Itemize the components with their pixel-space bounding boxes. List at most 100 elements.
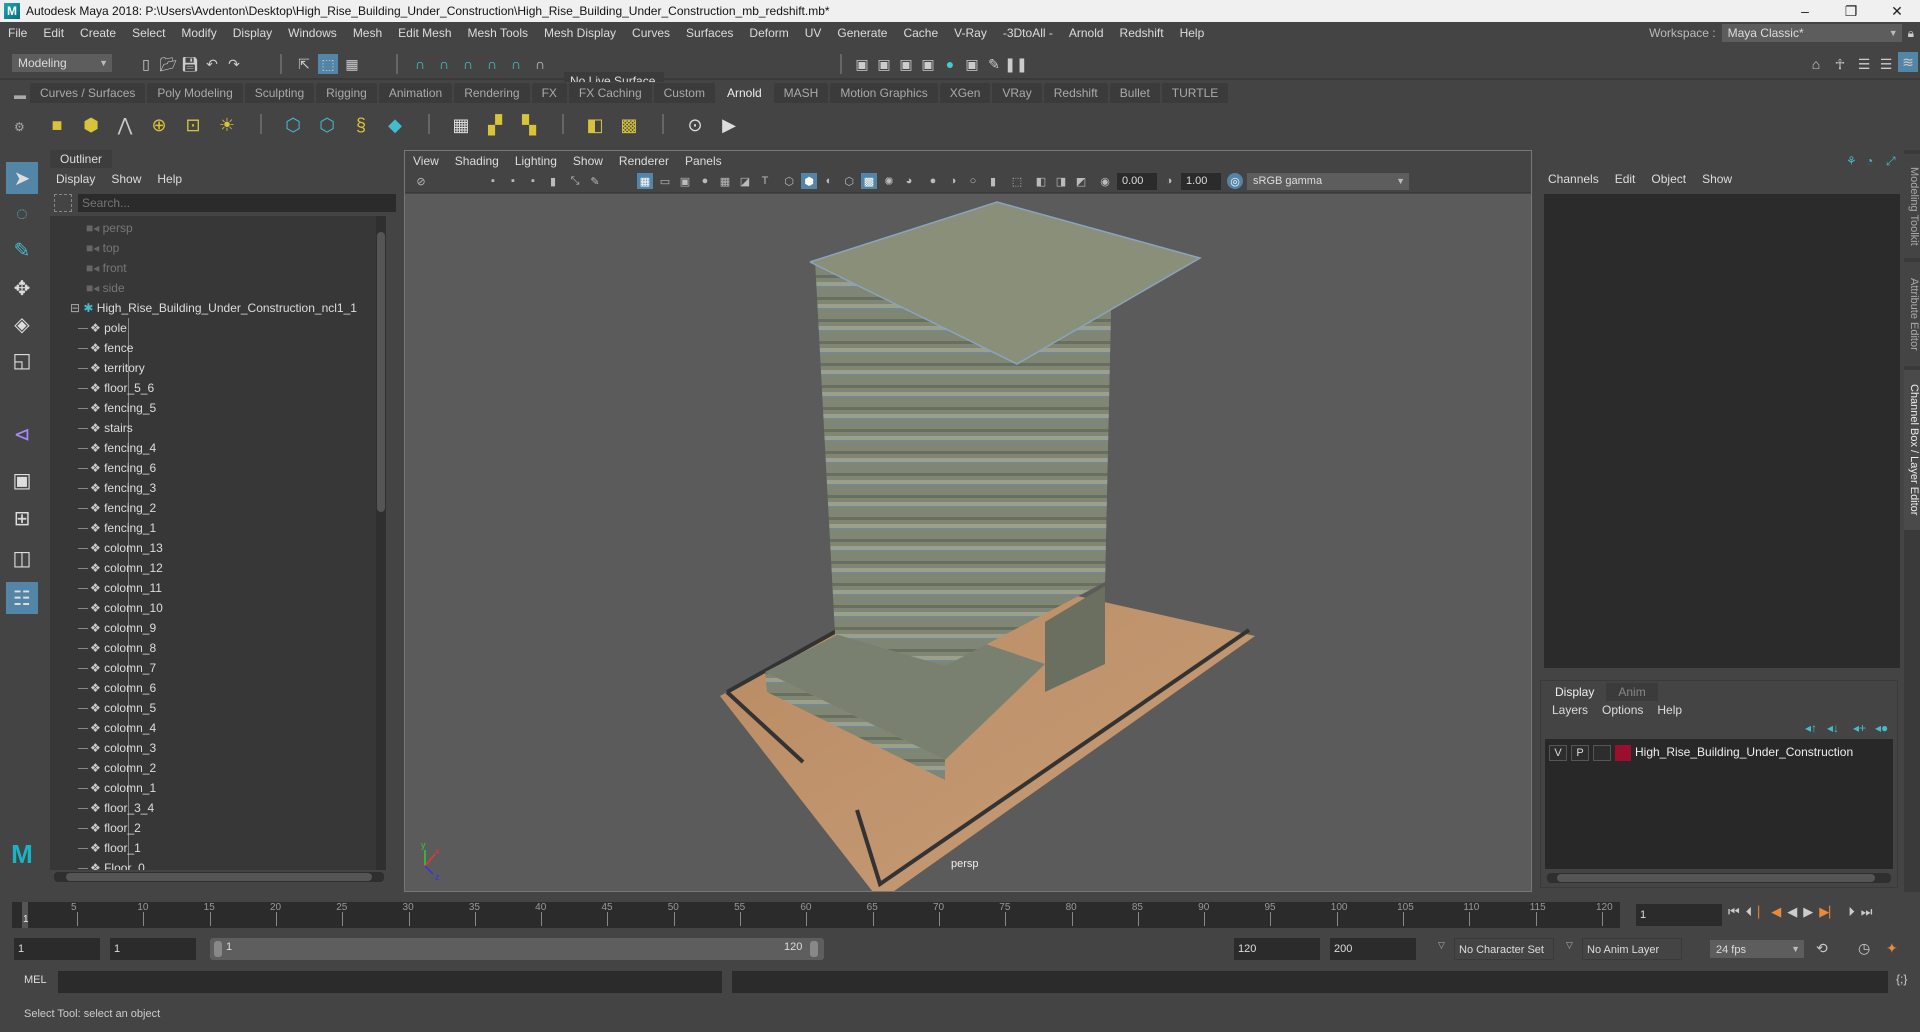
- snap-curve-icon[interactable]: ∩: [434, 54, 454, 74]
- tree-item[interactable]: ❖ floor_1: [90, 838, 141, 858]
- layer-name[interactable]: High_Rise_Building_Under_Construction: [1635, 745, 1853, 759]
- shelf-tab-motion-graphics[interactable]: Motion Graphics: [830, 83, 938, 103]
- field-chart-icon[interactable]: ▦: [717, 173, 733, 189]
- menu-display[interactable]: Display: [225, 26, 280, 40]
- menu-edit[interactable]: Edit: [35, 26, 72, 40]
- tree-item[interactable]: ❖ colomn_13: [90, 538, 163, 558]
- tree-item-camera[interactable]: ■◂ top: [86, 238, 119, 258]
- layer-horizontal-scrollbar[interactable]: [1547, 873, 1891, 883]
- shelf-tab-arnold[interactable]: Arnold: [716, 83, 772, 103]
- two-pane-layout-icon[interactable]: ◫: [6, 542, 38, 574]
- menu-mesh[interactable]: Mesh: [345, 26, 390, 40]
- move-layer-down-icon[interactable]: ◂↓: [1827, 721, 1839, 735]
- tree-item[interactable]: ❖ colomn_10: [90, 598, 163, 618]
- gamma-field[interactable]: 1.00: [1181, 173, 1221, 190]
- shelf-tab-fx-caching[interactable]: FX Caching: [568, 83, 652, 103]
- tree-item[interactable]: ❖ fence: [90, 338, 133, 358]
- le-menu-layers[interactable]: Layers: [1545, 703, 1595, 717]
- single-perspective-layout-icon[interactable]: ▣: [6, 464, 38, 496]
- menu-edit-mesh[interactable]: Edit Mesh: [390, 26, 459, 40]
- wireframe-icon[interactable]: ⬡: [781, 173, 797, 189]
- menu-uv[interactable]: UV: [797, 26, 830, 40]
- skydome-light-icon[interactable]: ⊕: [146, 112, 172, 138]
- tree-item[interactable]: ❖ floor_5_6: [90, 378, 154, 398]
- lock-camera-icon[interactable]: ▪: [505, 173, 521, 189]
- camera-attributes-icon[interactable]: ▪: [485, 173, 501, 189]
- outliner-tab[interactable]: Outliner: [50, 150, 113, 168]
- timeline-track[interactable]: 1 5 10 15 20 25 30 35 40 45 50 55 60 65 70 75 80 85 90 95 1…: [12, 902, 1620, 928]
- tree-item[interactable]: ❖ colomn_4: [90, 718, 156, 738]
- workspace-dropdown[interactable]: Maya Classic* ▼: [1721, 24, 1902, 42]
- shelf-tab-mash[interactable]: MASH: [773, 83, 829, 103]
- menu-create[interactable]: Create: [72, 26, 124, 40]
- tree-item[interactable]: ❖ colomn_8: [90, 638, 156, 658]
- menu-file[interactable]: File: [0, 26, 35, 40]
- tab-display[interactable]: Display: [1543, 683, 1607, 701]
- loop-icon[interactable]: ⟲: [1816, 940, 1828, 957]
- menu-modify[interactable]: Modify: [173, 26, 224, 40]
- ipr-render-icon[interactable]: ▣: [896, 54, 916, 74]
- tool-settings-toggle-icon[interactable]: ☰: [1876, 54, 1896, 74]
- undo-icon[interactable]: ↶: [202, 54, 222, 74]
- vp-menu-lighting[interactable]: Lighting: [507, 154, 565, 168]
- menu-3dtoall[interactable]: -3DtoAll -: [995, 26, 1061, 40]
- xray-icon[interactable]: ◧: [1033, 173, 1049, 189]
- scrollbar-thumb[interactable]: [377, 232, 385, 512]
- outliner-horizontal-scrollbar[interactable]: [54, 872, 384, 882]
- command-input[interactable]: [58, 971, 722, 993]
- safe-action-icon[interactable]: ◪: [737, 173, 753, 189]
- tree-item[interactable]: ❖ pole: [90, 318, 127, 338]
- move-layer-up-icon[interactable]: ◂↑: [1805, 721, 1817, 735]
- tree-item-camera[interactable]: ■◂ front: [86, 258, 127, 278]
- snap-view-plane-icon[interactable]: ∩: [482, 54, 502, 74]
- tree-item-camera[interactable]: ■◂ side: [86, 278, 125, 298]
- tree-item[interactable]: ❖ stairs: [90, 418, 133, 438]
- collapse-icon[interactable]: ⊟: [70, 301, 83, 315]
- step-forward-key-icon[interactable]: ▶⎸: [1819, 904, 1842, 920]
- shelf-tab-xgen[interactable]: XGen: [939, 83, 991, 103]
- default-material-icon[interactable]: ◐: [821, 173, 837, 189]
- script-editor-icon[interactable]: {;}: [1896, 972, 1907, 986]
- step-back-key-icon[interactable]: ⎸◀: [1758, 904, 1781, 920]
- tree-item[interactable]: ❖ fencing_3: [90, 478, 156, 498]
- current-frame-field[interactable]: 1: [1636, 904, 1722, 926]
- scale-tool-icon[interactable]: ◱: [6, 344, 38, 376]
- outliner-vertical-scrollbar[interactable]: [376, 216, 386, 870]
- tree-item[interactable]: ❖ fencing_6: [90, 458, 156, 478]
- menu-help[interactable]: Help: [1172, 26, 1213, 40]
- channel-box-toggle-icon[interactable]: ≋: [1898, 52, 1918, 72]
- vp-menu-panels[interactable]: Panels: [677, 154, 730, 168]
- hyper-slider-icon[interactable]: ⤢: [1886, 154, 1896, 169]
- snap-point-icon[interactable]: ∩: [458, 54, 478, 74]
- scrollbar-thumb[interactable]: [66, 873, 372, 881]
- create-standin-icon[interactable]: ⬡: [280, 112, 306, 138]
- image-plane-icon[interactable]: ▮: [545, 173, 561, 189]
- play-backwards-icon[interactable]: ◀: [1787, 904, 1797, 920]
- menu-windows[interactable]: Windows: [280, 26, 345, 40]
- tab-modeling-toolkit[interactable]: Modeling Toolkit: [1904, 154, 1920, 258]
- resolution-gate-icon[interactable]: ▣: [677, 173, 693, 189]
- menu-redshift[interactable]: Redshift: [1112, 26, 1172, 40]
- select-hierarchy-icon[interactable]: ⇱: [294, 54, 314, 74]
- vp-menu-view[interactable]: View: [405, 154, 447, 168]
- tree-item[interactable]: ❖ colomn_2: [90, 758, 156, 778]
- texture-icon[interactable]: ▩: [616, 112, 642, 138]
- paint-select-tool-icon[interactable]: ✎: [6, 234, 38, 266]
- cb-menu-channels[interactable]: Channels: [1540, 172, 1607, 186]
- grid-icon[interactable]: ▦: [637, 173, 653, 189]
- gamma-icon[interactable]: ◑: [1161, 173, 1177, 189]
- layer-color-swatch[interactable]: [1615, 745, 1631, 761]
- menu-cache[interactable]: Cache: [895, 26, 946, 40]
- shelf-tab-vray[interactable]: VRay: [992, 83, 1042, 103]
- modeling-toolkit-toggle-icon[interactable]: ⌂: [1806, 54, 1826, 74]
- chevron-down-icon[interactable]: ▽: [1566, 940, 1573, 951]
- step-forward-frame-icon[interactable]: ⏵: [1848, 904, 1855, 920]
- character-set-field[interactable]: No Character Set: [1454, 938, 1554, 960]
- shelf-tab-animation[interactable]: Animation: [378, 83, 453, 103]
- render-sequence-icon[interactable]: ▣: [874, 54, 894, 74]
- select-component-icon[interactable]: ▦: [342, 54, 362, 74]
- export-standin-icon[interactable]: ⬡: [314, 112, 340, 138]
- vp-menu-renderer[interactable]: Renderer: [611, 154, 677, 168]
- show-manipulator-icon[interactable]: ⚘: [1846, 154, 1857, 168]
- gate-mask-icon[interactable]: ●: [697, 173, 713, 189]
